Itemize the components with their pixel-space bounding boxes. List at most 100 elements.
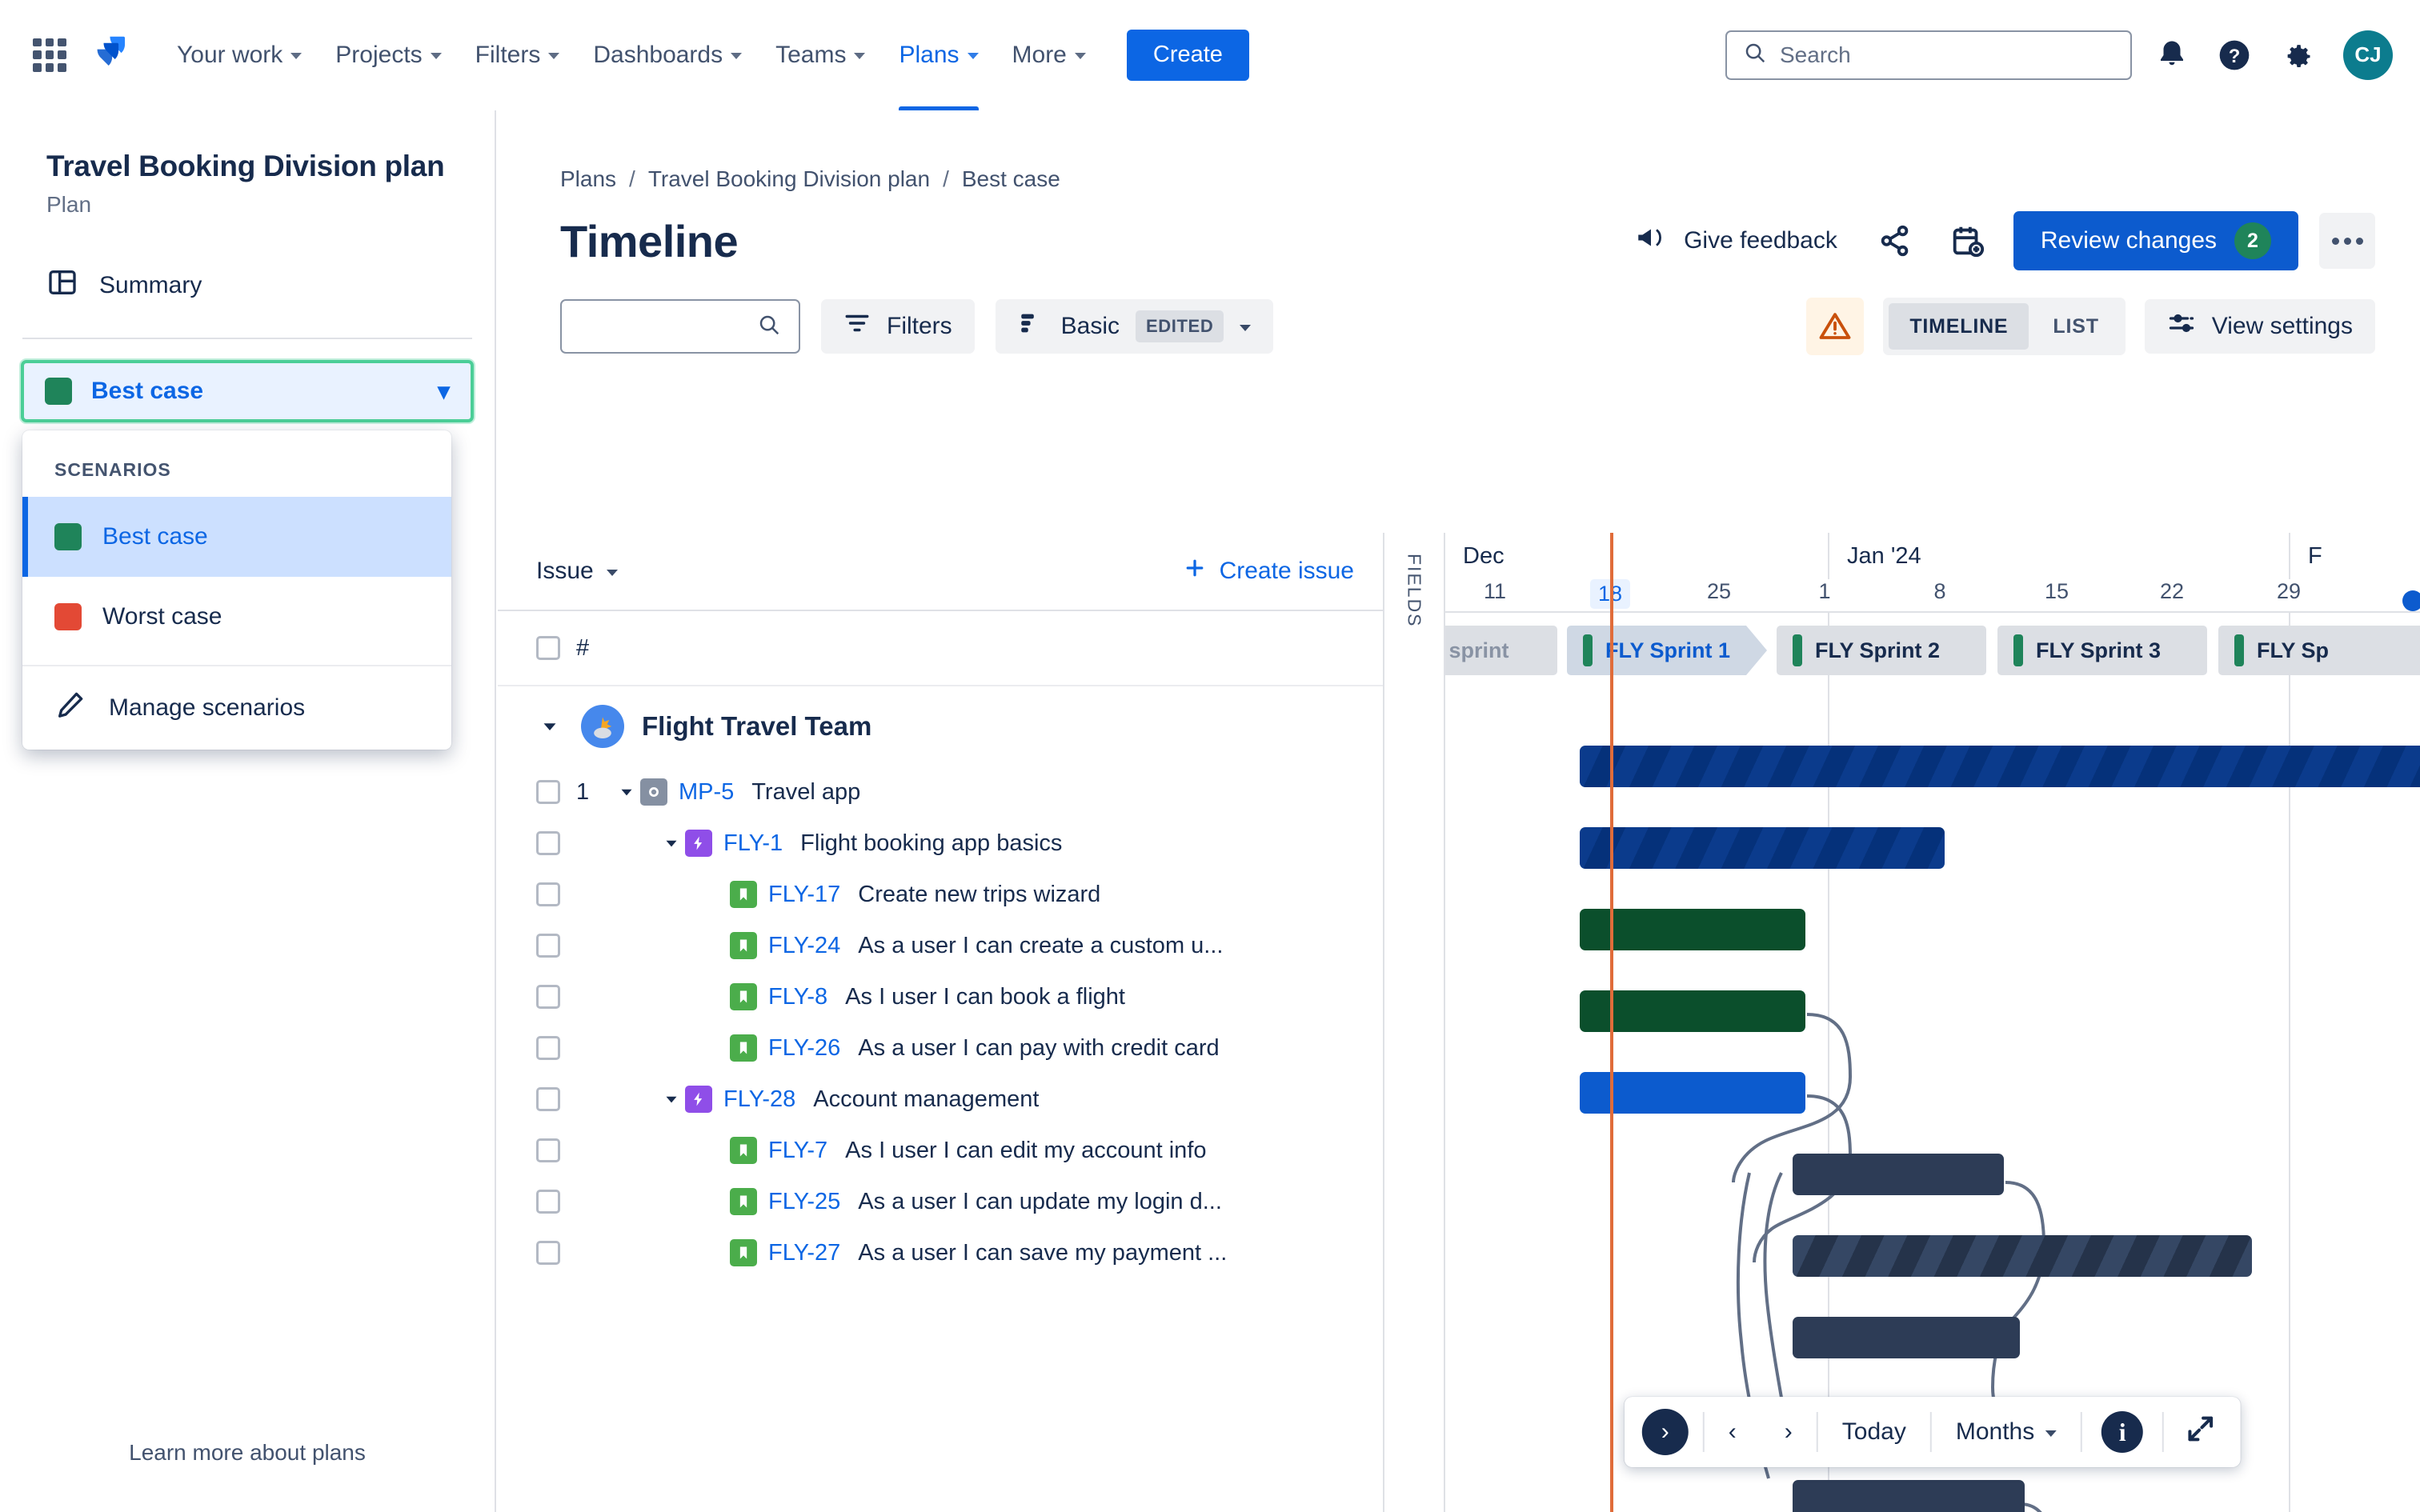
settings-icon[interactable] xyxy=(2274,33,2319,78)
nav-item-teams[interactable]: Teams xyxy=(759,0,882,110)
scenario-option-best-case[interactable]: Best case xyxy=(22,497,451,578)
issue-summary: Account management xyxy=(813,1086,1040,1112)
issue-key[interactable]: FLY-25 xyxy=(768,1189,840,1215)
nav-item-dashboards[interactable]: Dashboards xyxy=(576,0,759,110)
issue-key[interactable]: FLY-8 xyxy=(768,984,827,1010)
tab-timeline[interactable]: TIMELINE xyxy=(1889,303,2029,350)
scenario-select-button[interactable]: Best case ▾ xyxy=(21,360,474,423)
row-checkbox[interactable] xyxy=(536,1190,560,1214)
nav-item-plans[interactable]: Plans xyxy=(882,0,995,110)
table-row[interactable]: FLY-7 As I user I can edit my account in… xyxy=(498,1125,1383,1176)
expand-panel-button[interactable]: › xyxy=(1641,1409,1689,1455)
expand-collapse-icon[interactable] xyxy=(658,1089,685,1110)
row-checkbox[interactable] xyxy=(536,934,560,958)
team-group-row[interactable]: Flight Travel Team xyxy=(498,686,1383,766)
nav-item-your-work[interactable]: Your work xyxy=(160,0,319,110)
share-button[interactable] xyxy=(1869,215,1921,266)
issue-key[interactable]: FLY-28 xyxy=(723,1086,795,1113)
fullscreen-button[interactable] xyxy=(2164,1397,2238,1467)
review-changes-button[interactable]: Review changes 2 xyxy=(2013,211,2298,270)
app-switcher-icon[interactable] xyxy=(27,33,72,78)
info-button[interactable]: i xyxy=(2082,1397,2162,1467)
issue-key[interactable]: FLY-1 xyxy=(723,830,783,857)
avatar[interactable]: CJ xyxy=(2343,30,2393,80)
scroll-right-button[interactable]: › xyxy=(1761,1397,1817,1467)
expand-collapse-icon[interactable] xyxy=(536,714,563,738)
table-row[interactable]: FLY-1 Flight booking app basics xyxy=(498,818,1383,869)
nav-item-filters[interactable]: Filters xyxy=(459,0,577,110)
row-checkbox[interactable] xyxy=(536,882,560,906)
row-checkbox[interactable] xyxy=(536,1087,560,1111)
timeline-bar-fly-7[interactable] xyxy=(1793,1317,2020,1358)
more-actions-button[interactable] xyxy=(2319,213,2375,269)
manage-scenarios-item[interactable]: Manage scenarios xyxy=(22,666,451,750)
table-row[interactable]: FLY-17 Create new trips wizard xyxy=(498,869,1383,920)
table-row[interactable]: FLY-27 As a user I can save my payment .… xyxy=(498,1227,1383,1278)
sidebar-item-summary[interactable]: Summary xyxy=(0,256,495,315)
timeline-bar-fly-28[interactable] xyxy=(1793,1235,2252,1277)
timeline-bar-fly-1[interactable] xyxy=(1580,827,1945,869)
notifications-icon[interactable] xyxy=(2150,33,2194,78)
row-checkbox[interactable] xyxy=(536,1036,560,1060)
issue-key[interactable]: FLY-17 xyxy=(768,882,840,908)
zoom-level-dropdown[interactable]: Months xyxy=(1932,1397,2081,1467)
column-header-issue[interactable]: Issue xyxy=(536,558,618,585)
issue-key[interactable]: FLY-27 xyxy=(768,1240,840,1266)
sprint-pill[interactable]: FLY Sp xyxy=(2218,626,2420,675)
expand-collapse-icon[interactable] xyxy=(613,782,640,802)
select-all-checkbox[interactable] xyxy=(536,636,560,660)
create-button[interactable]: Create xyxy=(1126,29,1249,81)
search-input[interactable] xyxy=(1780,42,2114,68)
timeline-bar-fly-24[interactable] xyxy=(1580,990,1805,1032)
table-row[interactable]: FLY-28 Account management xyxy=(498,1074,1383,1125)
issue-key[interactable]: FLY-24 xyxy=(768,933,840,959)
issue-search-input[interactable] xyxy=(579,314,757,339)
issue-key[interactable]: FLY-26 xyxy=(768,1035,840,1062)
nav-item-projects[interactable]: Projects xyxy=(319,0,458,110)
issue-key[interactable]: FLY-7 xyxy=(768,1138,827,1164)
timeline-bar-fly-17[interactable] xyxy=(1580,909,1805,950)
row-checkbox[interactable] xyxy=(536,1138,560,1162)
nav-item-more[interactable]: More xyxy=(996,0,1103,110)
tab-list[interactable]: LIST xyxy=(2032,303,2119,350)
filters-button[interactable]: Filters xyxy=(821,299,975,354)
warnings-button[interactable] xyxy=(1806,298,1865,355)
timeline-panel[interactable]: Dec Jan '24 F 11 18 25 1 8 15 22 29 xyxy=(1445,533,2420,1512)
expand-collapse-icon[interactable] xyxy=(658,833,685,854)
today-button[interactable]: Today xyxy=(1818,1397,1930,1467)
learn-more-link[interactable]: Learn more about plans xyxy=(0,1440,495,1466)
add-to-calendar-button[interactable] xyxy=(1941,215,1993,266)
row-checkbox[interactable] xyxy=(536,780,560,804)
table-row[interactable]: FLY-8 As I user I can book a flight xyxy=(498,971,1383,1022)
scenario-option-worst-case[interactable]: Worst case xyxy=(22,577,451,657)
issue-search-box[interactable] xyxy=(560,299,800,354)
issue-key[interactable]: MP-5 xyxy=(679,779,734,806)
fields-column[interactable]: FIELDS xyxy=(1384,533,1445,1512)
view-mode-basic-dropdown[interactable]: Basic EDITED xyxy=(995,299,1274,354)
scroll-left-button[interactable]: ‹ xyxy=(1705,1397,1761,1467)
timeline-bar-fly-27[interactable] xyxy=(1793,1480,2025,1512)
table-row[interactable]: 1 MP-5 Travel app xyxy=(498,766,1383,818)
timeline-release-dot[interactable] xyxy=(2402,590,2420,611)
jira-logo[interactable] xyxy=(86,30,136,80)
sprint-pill[interactable]: t sprint xyxy=(1445,626,1557,675)
table-row[interactable]: FLY-26 As a user I can pay with credit c… xyxy=(498,1022,1383,1074)
table-row[interactable]: FLY-25 As a user I can update my login d… xyxy=(498,1176,1383,1227)
timeline-bar-fly-8[interactable] xyxy=(1580,1072,1805,1114)
help-icon[interactable]: ? xyxy=(2212,33,2257,78)
view-settings-button[interactable]: View settings xyxy=(2144,299,2375,354)
global-search-box[interactable] xyxy=(1725,30,2132,80)
row-checkbox[interactable] xyxy=(536,831,560,855)
sprint-pill-active[interactable]: FLY Sprint 1 xyxy=(1567,626,1767,675)
create-issue-button[interactable]: Create issue xyxy=(1183,556,1354,586)
breadcrumb-plan-name[interactable]: Travel Booking Division plan xyxy=(648,166,930,192)
sprint-pill[interactable]: FLY Sprint 2 xyxy=(1777,626,1986,675)
give-feedback-button[interactable]: Give feedback xyxy=(1623,215,1849,266)
timeline-bar-mp-5[interactable] xyxy=(1580,746,2420,787)
row-checkbox[interactable] xyxy=(536,1241,560,1265)
breadcrumb-plans[interactable]: Plans xyxy=(560,166,616,192)
sprint-pill[interactable]: FLY Sprint 3 xyxy=(1997,626,2207,675)
timeline-bar-fly-26[interactable] xyxy=(1793,1154,2004,1195)
row-checkbox[interactable] xyxy=(536,985,560,1009)
table-row[interactable]: FLY-24 As a user I can create a custom u… xyxy=(498,920,1383,971)
